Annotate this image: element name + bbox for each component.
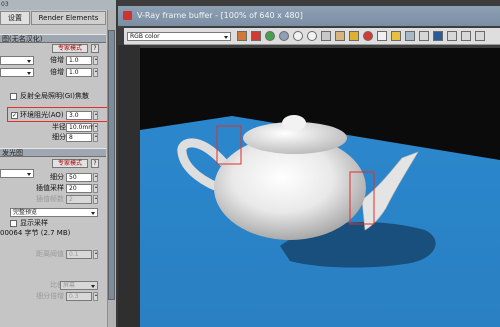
vray-frame-buffer-window: V-Ray frame buffer - [100% of 640 x 480]… — [118, 0, 500, 327]
clear-icon[interactable] — [349, 31, 359, 41]
pixel-info-icon[interactable] — [475, 31, 485, 41]
rollout-gi-header[interactable]: 图(无名汉化) — [0, 34, 106, 43]
radius-input[interactable]: 10.0mm — [66, 123, 94, 132]
subdivs-input[interactable]: 8 — [66, 133, 92, 142]
settings-icon[interactable] — [447, 31, 457, 41]
channel-select[interactable]: RGB color — [127, 32, 231, 41]
ao-amount-input[interactable]: 3.0 — [66, 111, 92, 120]
ao-label: 环境阻光(AO) — [20, 111, 64, 119]
expert-mode-button-2[interactable]: 专家模式 — [52, 159, 88, 168]
multiplier-input[interactable]: 1.0 — [66, 56, 92, 65]
gi-caustics-label: 反射全局照明(GI)焦散 — [20, 92, 89, 100]
mono-channel-icon[interactable] — [307, 31, 317, 41]
multiplier-label: 倍增 — [50, 56, 64, 64]
save-icon[interactable] — [321, 31, 331, 41]
radius-label: 半径 — [52, 123, 66, 131]
render-setup-panel: 03 设置 Render Elements 图(无名汉化) 专家模式 ? 倍增 … — [0, 0, 116, 327]
expert-mode-button[interactable]: 专家模式 — [52, 44, 88, 53]
gi-caustics-checkbox[interactable] — [10, 93, 17, 100]
subdivs2-input[interactable]: 50 — [66, 173, 92, 182]
tab-settings[interactable]: 设置 — [0, 11, 30, 25]
render-icon[interactable] — [363, 31, 373, 41]
track-mouse-icon[interactable] — [391, 31, 401, 41]
radius-spinner[interactable] — [93, 123, 98, 132]
multiplier-spinner[interactable] — [93, 56, 98, 65]
ao-amount-spinner[interactable] — [93, 111, 98, 120]
panel-scrollbar-thumb[interactable] — [108, 30, 115, 300]
vfb-toolbar: RGB color — [124, 28, 500, 45]
full-preview-select[interactable]: 完整预览 — [10, 208, 98, 217]
teapot-knob — [282, 115, 306, 131]
teapot-render-image — [140, 115, 500, 327]
render-canvas[interactable] — [140, 48, 500, 327]
history-icon[interactable] — [419, 31, 429, 41]
blue-channel-icon[interactable] — [279, 31, 289, 41]
info-icon[interactable] — [461, 31, 471, 41]
show-samples-checkbox[interactable] — [10, 220, 17, 227]
interp-spinner[interactable] — [93, 184, 98, 193]
show-samples-label: 显示采样 — [20, 219, 48, 227]
vray-logo-icon — [123, 11, 132, 20]
rollout-irradiance-title: 发光图 — [2, 149, 23, 157]
dist-thresh-label: 距离阈值 — [36, 250, 64, 258]
subdivs2-label: 细分 — [50, 173, 64, 181]
interp-frames-spinner — [93, 195, 98, 204]
color-swatch-icon[interactable] — [237, 31, 247, 41]
red-channel-icon[interactable] — [251, 31, 261, 41]
subdivs-mult-spinner — [93, 292, 98, 301]
secondary-engine-select[interactable] — [0, 68, 34, 77]
multiplier2-input[interactable]: 1.0 — [66, 68, 92, 77]
interp-frames-input: 2 — [66, 195, 92, 204]
interp-frames-label: 插值帧数 — [36, 195, 64, 203]
region-icon[interactable] — [377, 31, 387, 41]
panel-title-bar: 03 — [0, 0, 116, 10]
subdivs-spinner[interactable] — [93, 133, 98, 142]
rollout-gi-title: 图(无名汉化) — [2, 35, 43, 43]
dist-thresh-input: 0.1 — [66, 250, 92, 259]
interp-input[interactable]: 20 — [66, 184, 92, 193]
subdivs-mult-label: 细分倍增 — [36, 292, 64, 300]
multiplier2-label: 倍增 — [50, 68, 64, 76]
tab-render-elements[interactable]: Render Elements — [31, 11, 106, 25]
alpha-channel-icon[interactable] — [293, 31, 303, 41]
vfb-title-bar[interactable]: V-Ray frame buffer - [100% of 640 x 480] — [118, 6, 500, 26]
dist-thresh-spinner — [93, 250, 98, 259]
stereo-icon[interactable] — [433, 31, 443, 41]
memory-info: 00064 字节 (2.7 MB) — [0, 229, 71, 237]
help-button-2[interactable]: ? — [91, 159, 99, 168]
primary-engine-select[interactable] — [0, 56, 34, 65]
multiplier2-spinner[interactable] — [93, 68, 98, 77]
load-icon[interactable] — [335, 31, 345, 41]
subdivs-label: 细分 — [52, 133, 66, 141]
lens-icon[interactable] — [405, 31, 415, 41]
ao-checkbox[interactable]: ✓ — [11, 112, 18, 119]
vfb-left-border — [118, 45, 140, 327]
interp-label: 插值采样 — [36, 184, 64, 192]
help-button[interactable]: ? — [91, 44, 99, 53]
subdivs-mult-input: 0.3 — [66, 292, 92, 301]
rollout-irradiance-header[interactable]: 发光图 — [0, 148, 106, 157]
panel-title: 03 — [1, 1, 9, 8]
subdivs2-spinner[interactable] — [93, 173, 98, 182]
scale-select: 屏幕 — [60, 281, 98, 290]
green-channel-icon[interactable] — [265, 31, 275, 41]
preset-select[interactable] — [0, 169, 34, 178]
vfb-title: V-Ray frame buffer - [100% of 640 x 480] — [137, 11, 303, 20]
